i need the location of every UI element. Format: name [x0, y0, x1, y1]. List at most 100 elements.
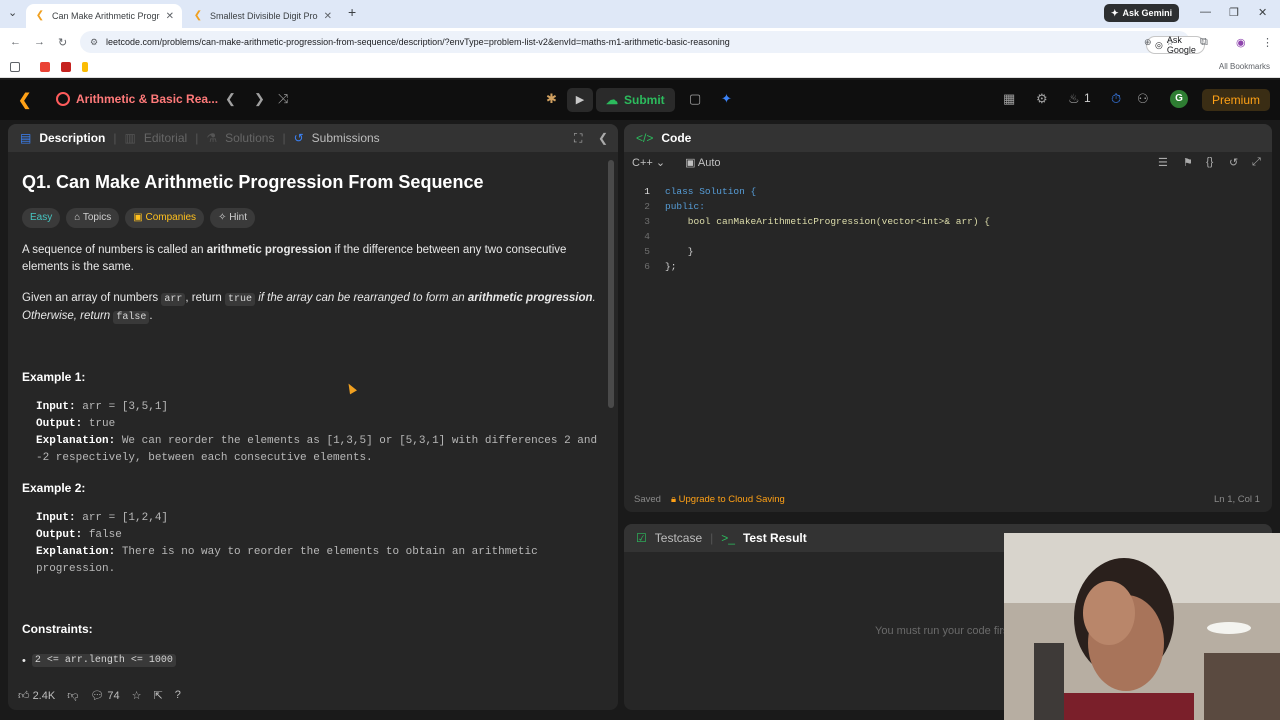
address-bar-row: ← → ↻ ⚙ leetcode.com/problems/can-make-a… — [0, 28, 1280, 56]
example-1-heading: Example 1: — [22, 370, 86, 384]
bookmark-icon[interactable] — [40, 62, 50, 72]
timer-icon[interactable]: ⏱ — [1111, 91, 1121, 107]
tab-search-icon[interactable]: ⌄ — [8, 6, 17, 19]
forward-icon[interactable]: → — [34, 36, 45, 48]
run-button[interactable]: ▶ — [567, 88, 593, 112]
auto-toggle[interactable]: ▣ Auto — [685, 156, 720, 169]
run-hint-text: You must run your code first — [875, 625, 1012, 637]
next-problem-icon[interactable]: ❯ — [254, 91, 265, 107]
braces-icon[interactable]: {} — [1206, 156, 1213, 168]
profile-icon[interactable]: ◉ — [1236, 36, 1246, 49]
streak-fire-icon[interactable]: ♨ — [1068, 91, 1080, 107]
help-icon[interactable]: ? — [175, 689, 181, 701]
gmail-icon[interactable] — [61, 62, 71, 72]
browser-tab-active[interactable]: ❮ Can Make Arithmetic Progressio ✕ — [26, 4, 182, 28]
browser-menu-icon[interactable]: ⋮ — [1262, 36, 1273, 49]
apps-icon[interactable] — [10, 62, 20, 72]
example-1-block: Input: arr = [3,5,1] Output: true Explan… — [36, 399, 606, 467]
label: Output: — [36, 529, 83, 541]
share-icon[interactable]: ⇱ — [154, 689, 163, 702]
settings-gear-icon[interactable]: ⚙ — [1036, 91, 1048, 107]
close-window-icon[interactable]: ✕ — [1258, 6, 1267, 19]
reset-icon[interactable]: ↺ — [1229, 156, 1238, 169]
tab-editorial[interactable]: Editorial — [144, 131, 187, 145]
browser-tab-2[interactable]: ❮ Smallest Divisible Digit Produc ✕ — [184, 4, 340, 28]
collapse-icon[interactable]: ❮ — [598, 131, 608, 145]
tab-submissions[interactable]: Submissions — [312, 131, 380, 145]
tab-description[interactable]: Description — [39, 131, 105, 145]
browser-tabstrip: ⌄ ❮ Can Make Arithmetic Progressio ✕ ❮ S… — [0, 0, 1280, 28]
lens-icon: ◎ — [1155, 39, 1163, 50]
comments-button[interactable]: 💬︎ 74 — [90, 689, 119, 702]
upgrade-link[interactable]: 🔒︎ Upgrade to Cloud Saving — [671, 494, 785, 505]
reload-icon[interactable]: ↻ — [58, 36, 67, 49]
text-bold: arithmetic progression — [206, 244, 332, 256]
prev-problem-icon[interactable]: ❮ — [225, 91, 236, 107]
layout-icon[interactable]: ▦ — [1003, 91, 1015, 107]
lock-icon: 🔒︎ — [670, 494, 679, 505]
upgrade-label: Upgrade to Cloud Saving — [678, 494, 785, 505]
fullscreen-icon[interactable]: ⤢ — [1252, 156, 1261, 169]
hint-tag[interactable]: ✧ Hint — [210, 208, 256, 228]
bookmark-icon[interactable] — [82, 62, 88, 72]
dislike-icon[interactable]: 👎︎ — [67, 689, 78, 702]
code-text: public: — [665, 201, 705, 212]
auto-label: Auto — [697, 157, 721, 169]
like-button[interactable]: 👍︎ 2.4K — [18, 689, 55, 702]
submit-button[interactable]: ☁ Submit — [596, 88, 675, 112]
minimize-icon[interactable]: — — [1200, 6, 1211, 18]
site-info-icon[interactable]: ⚙ — [90, 37, 98, 48]
inline-code: false — [113, 311, 150, 324]
tab-solutions[interactable]: Solutions — [225, 131, 274, 145]
line-number: 3 — [644, 216, 650, 227]
close-tab-icon[interactable]: ✕ — [166, 11, 174, 22]
problem-list-link[interactable]: Arithmetic & Basic Rea... — [56, 92, 218, 106]
code-header-title: Code — [661, 131, 692, 145]
ai-sparkle-icon[interactable]: ✦ — [721, 91, 732, 107]
companies-tag[interactable]: ▣ Companies — [125, 208, 205, 228]
description-scrollbar[interactable] — [608, 160, 614, 408]
bookmark-star-icon[interactable]: ☆ — [1166, 37, 1174, 48]
all-bookmarks[interactable]: All Bookmarks — [1219, 62, 1270, 71]
code-line: 2 public: — [632, 199, 990, 214]
restore-icon[interactable]: ❐ — [1229, 6, 1239, 19]
leetcode-logo-icon[interactable]: ❮ — [18, 90, 38, 110]
topics-tag[interactable]: ⌂ Topics — [66, 208, 120, 228]
line-number: 1 — [644, 186, 650, 197]
add-friend-icon[interactable]: ⚇ — [1137, 91, 1149, 107]
leetcode-favicon-icon: ❮ — [35, 10, 45, 21]
language-select[interactable]: C++ ⌄ — [632, 156, 665, 169]
format-icon[interactable]: ☰ — [1158, 156, 1168, 169]
comments-count: 74 — [107, 689, 120, 702]
expand-icon[interactable]: ⛶ — [574, 131, 582, 146]
tab-testcase[interactable]: Testcase — [655, 531, 702, 545]
zoom-icon[interactable]: ⊕ — [1144, 37, 1152, 48]
extensions-icon[interactable]: ⧉ — [1200, 36, 1208, 49]
tab-test-result[interactable]: Test Result — [743, 531, 807, 545]
back-icon[interactable]: ← — [10, 36, 21, 48]
description-tabs: ▤ Description | ▥ Editorial | ⚗ Solution… — [8, 124, 618, 152]
debug-icon[interactable]: ✱ — [546, 91, 557, 107]
text-bold: arithmetic progression — [467, 292, 593, 304]
ask-gemini-button[interactable]: ✦ Ask Gemini — [1104, 4, 1180, 22]
value: false — [88, 529, 122, 541]
cursor-position: Ln 1, Col 1 — [1214, 494, 1260, 505]
description-footer: 👍︎ 2.4K 👎︎ 💬︎ 74 ☆ ⇱ ? — [8, 684, 618, 706]
close-tab-icon[interactable]: ✕ — [324, 11, 332, 22]
gemini-label: Ask Gemini — [1122, 8, 1173, 18]
bookmark-icon[interactable]: ⚑ — [1183, 156, 1193, 169]
problem-paragraph-1: A sequence of numbers is called an arith… — [22, 242, 602, 276]
problem-list-icon — [56, 92, 70, 106]
solutions-icon: ⚗ — [206, 131, 218, 145]
notes-icon[interactable]: ▢ — [689, 91, 701, 107]
webcam-image — [1004, 533, 1280, 720]
code-editor[interactable]: 1 class Solution { 2 public: 3 bool canMak… — [632, 184, 990, 274]
shuffle-icon[interactable]: ⤨ — [278, 91, 288, 107]
url-input[interactable]: ⚙ leetcode.com/problems/can-make-arithme… — [80, 31, 1205, 55]
favorite-star-icon[interactable]: ☆ — [132, 689, 142, 702]
label: Output: — [36, 418, 83, 430]
avatar[interactable]: G — [1170, 90, 1188, 108]
ask-google-button[interactable]: ◎ Ask Google — [1146, 35, 1205, 55]
new-tab-button[interactable]: + — [348, 4, 356, 20]
premium-button[interactable]: Premium — [1202, 89, 1271, 111]
